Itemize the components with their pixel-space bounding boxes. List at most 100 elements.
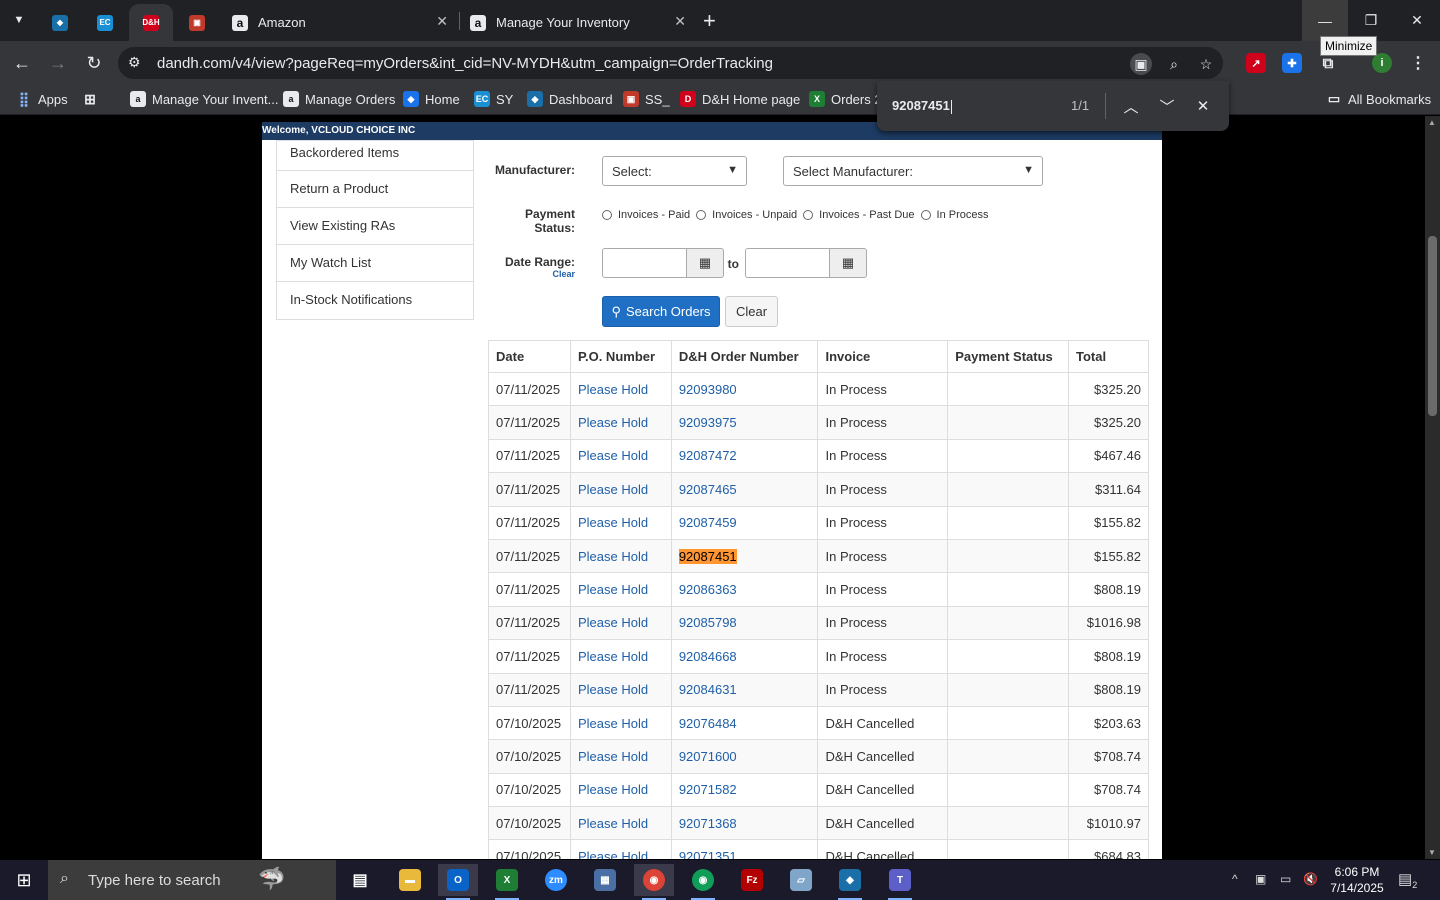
col-total[interactable]: Total: [1068, 340, 1149, 373]
tray-device-icon[interactable]: ▣: [1255, 872, 1266, 886]
order-number-link[interactable]: 92071351: [670, 839, 819, 859]
manufacturer-type-select[interactable]: Select: ▼: [602, 156, 747, 186]
sidebar-item-watch-list[interactable]: My Watch List: [277, 245, 473, 282]
extension-arrow-icon[interactable]: ↗: [1246, 53, 1266, 73]
bookmark-ss[interactable]: ▣ SS_: [623, 91, 670, 107]
sidebar-item-ras[interactable]: View Existing RAs: [277, 208, 473, 245]
tab-amazon[interactable]: a Amazon ✕: [222, 4, 458, 41]
excel-icon[interactable]: X: [487, 864, 527, 900]
profile-avatar[interactable]: i: [1372, 53, 1392, 73]
filezilla-icon[interactable]: Fz: [732, 864, 772, 896]
po-number-link[interactable]: Please Hold: [569, 472, 672, 507]
order-number-link[interactable]: 92087459: [670, 505, 819, 540]
col-date[interactable]: Date: [488, 340, 571, 373]
scrollbar-thumb[interactable]: [1428, 236, 1437, 416]
sidebar-item-backordered[interactable]: Backordered Items: [277, 141, 473, 171]
extension-plus-icon[interactable]: ✚: [1282, 53, 1302, 73]
tray-chevron-icon[interactable]: ^: [1232, 872, 1238, 886]
order-number-link[interactable]: 92086363: [670, 572, 819, 607]
bookmark-home[interactable]: ◆ Home: [403, 91, 460, 107]
sidebar-item-return[interactable]: Return a Product: [277, 171, 473, 208]
taskbar-search[interactable]: ⌕ Type here to search 🦈: [48, 860, 336, 900]
radio-invoices-past-due[interactable]: Invoices - Past Due: [803, 209, 915, 221]
find-next-icon[interactable]: ﹀: [1155, 94, 1179, 118]
order-number-link[interactable]: 92087451: [670, 538, 819, 574]
page-scrollbar[interactable]: ▲ ▼: [1425, 116, 1440, 859]
order-number-link[interactable]: 92085798: [670, 605, 819, 641]
manufacturer-select[interactable]: Select Manufacturer: ▼: [783, 156, 1043, 186]
radio-invoices-paid[interactable]: Invoices - Paid: [602, 209, 690, 221]
forward-button[interactable]: →: [44, 49, 72, 77]
reload-button[interactable]: ↻: [80, 49, 108, 77]
calendar-icon[interactable]: ▦: [829, 248, 867, 278]
order-number-link[interactable]: 92084668: [670, 639, 819, 674]
pinned-tab-1[interactable]: ◆: [38, 4, 82, 41]
calendar-icon[interactable]: ▦: [686, 248, 724, 278]
notifications-icon[interactable]: ▤2: [1398, 870, 1417, 890]
task-view-icon[interactable]: ▤: [340, 864, 380, 896]
find-match-highlight[interactable]: 92087451: [678, 548, 737, 564]
order-number-link[interactable]: 92084631: [670, 672, 819, 707]
col-payment-status[interactable]: Payment Status: [947, 340, 1069, 373]
close-icon[interactable]: ✕: [436, 13, 448, 30]
po-number-link[interactable]: Please Hold: [569, 806, 672, 841]
pinned-tab-ec[interactable]: EC: [83, 4, 127, 41]
bookmark-star-icon[interactable]: ☆: [1195, 53, 1217, 75]
col-order-number[interactable]: D&H Order Number: [670, 340, 819, 373]
po-number-link[interactable]: Please Hold: [569, 839, 672, 859]
col-po-number[interactable]: P.O. Number: [569, 340, 672, 373]
network-icon[interactable]: ▭: [1280, 872, 1291, 886]
bookmark-tab-groups[interactable]: ⊞: [82, 91, 104, 107]
chrome-icon[interactable]: ◉: [634, 864, 674, 900]
outlook-icon[interactable]: O: [438, 864, 478, 900]
po-number-link[interactable]: Please Hold: [569, 672, 672, 707]
radio-invoices-unpaid[interactable]: Invoices - Unpaid: [696, 209, 797, 221]
back-button[interactable]: ←: [8, 49, 36, 77]
order-number-link[interactable]: 92071600: [670, 739, 819, 774]
search-orders-button[interactable]: ⚲ Search Orders: [602, 296, 720, 327]
tab-search-icon[interactable]: ▼: [5, 6, 33, 34]
calculator-icon[interactable]: ▦: [585, 864, 625, 896]
clear-button[interactable]: Clear: [725, 296, 778, 327]
radio-in-process[interactable]: In Process: [920, 209, 989, 221]
bookmark-manage-inventory[interactable]: a Manage Your Invent...: [130, 91, 278, 107]
volume-muted-icon[interactable]: 🔇: [1303, 872, 1318, 886]
zoom-app-icon[interactable]: zm: [536, 864, 576, 896]
lens-icon[interactable]: ▣: [1130, 53, 1152, 75]
find-input[interactable]: 92087451: [892, 98, 952, 114]
order-number-link[interactable]: 92093980: [670, 371, 819, 407]
scroll-down-icon[interactable]: ▼: [1428, 848, 1436, 857]
find-previous-icon[interactable]: ︿: [1119, 94, 1143, 118]
po-number-link[interactable]: Please Hold: [569, 739, 672, 774]
order-number-link[interactable]: 92087472: [670, 438, 819, 474]
url-text[interactable]: dandh.com/v4/view?pageReq=myOrders&int_c…: [157, 55, 773, 72]
order-number-link[interactable]: 92093975: [670, 405, 819, 440]
taskbar-clock[interactable]: 6:06 PM 7/14/2025: [1322, 864, 1392, 896]
order-number-link[interactable]: 92076484: [670, 705, 819, 741]
po-number-link[interactable]: Please Hold: [569, 639, 672, 674]
address-bar[interactable]: ⚙ dandh.com/v4/view?pageReq=myOrders&int…: [118, 47, 1223, 79]
po-number-link[interactable]: Please Hold: [569, 538, 672, 574]
close-icon[interactable]: ✕: [674, 13, 686, 30]
order-number-link[interactable]: 92071582: [670, 772, 819, 808]
order-number-link[interactable]: 92087465: [670, 472, 819, 507]
pinned-tab-dh[interactable]: D&H: [129, 4, 173, 41]
date-clear-link[interactable]: Clear: [532, 269, 575, 279]
close-window-button[interactable]: ✕: [1394, 0, 1440, 41]
windows-start-icon[interactable]: ⊞: [0, 860, 48, 900]
date-to-input[interactable]: [745, 248, 831, 278]
find-close-icon[interactable]: ✕: [1191, 94, 1215, 118]
bookmark-orders[interactable]: X Orders 2: [809, 91, 882, 107]
extensions-puzzle-icon[interactable]: ⧉: [1318, 53, 1338, 73]
scroll-up-icon[interactable]: ▲: [1428, 118, 1436, 127]
po-number-link[interactable]: Please Hold: [569, 438, 672, 474]
diamond-app-icon[interactable]: ◆: [830, 864, 870, 900]
menu-kebab-icon[interactable]: ⋮: [1408, 53, 1428, 73]
file-explorer-icon[interactable]: ▬: [390, 864, 430, 896]
minimize-button[interactable]: —: [1302, 0, 1348, 41]
bookmark-dh-home[interactable]: D D&H Home page: [680, 91, 800, 107]
site-info-icon[interactable]: ⚙: [128, 54, 141, 71]
bookmark-all[interactable]: ▭ All Bookmarks: [1326, 91, 1431, 107]
tab-manage-inventory[interactable]: a Manage Your Inventory ✕: [460, 4, 696, 41]
po-number-link[interactable]: Please Hold: [569, 405, 672, 440]
